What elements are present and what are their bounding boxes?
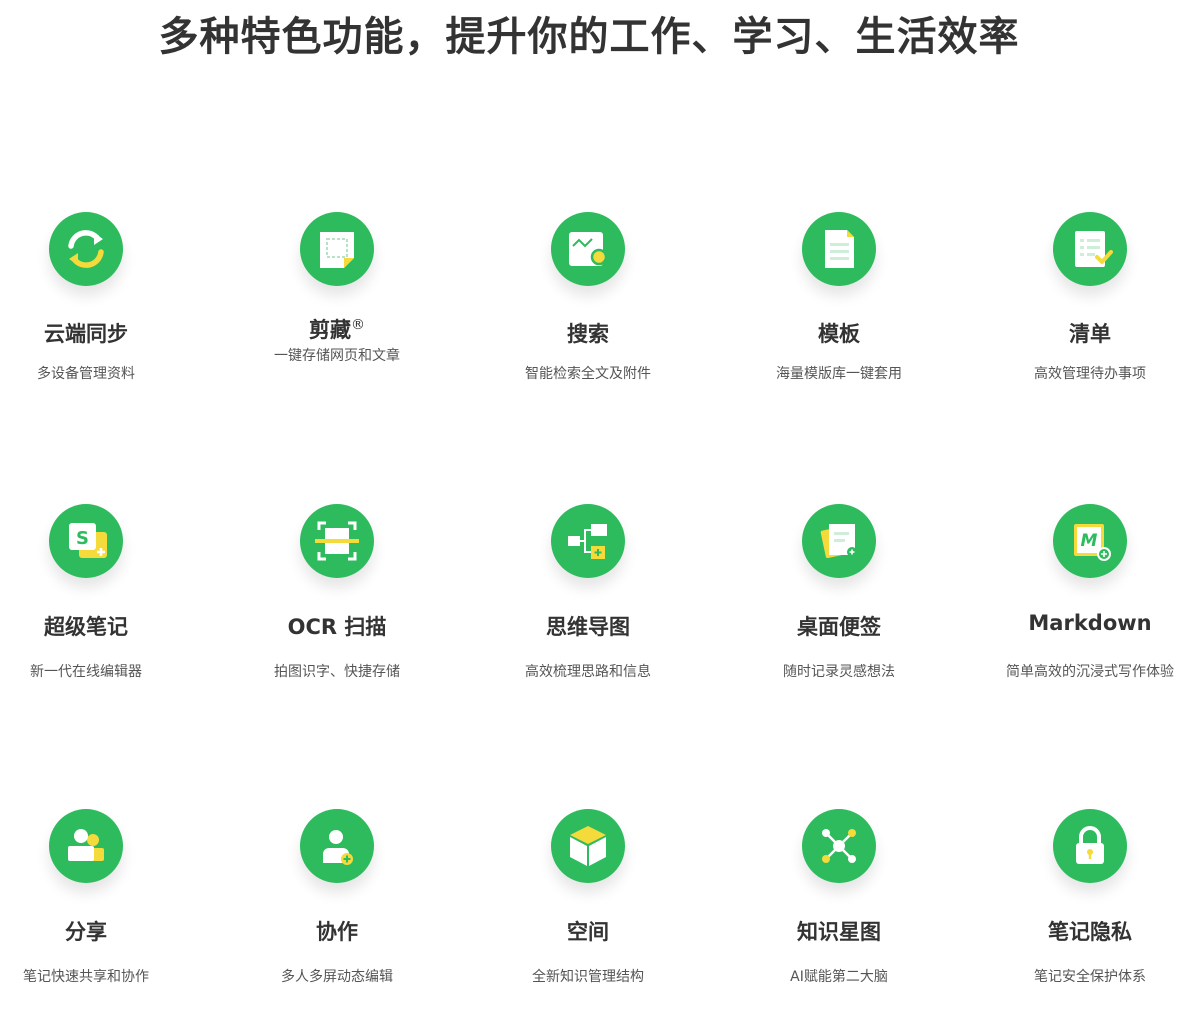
- feature-desc: 全新知识管理结构: [532, 969, 644, 985]
- mindmap-icon: [551, 504, 625, 578]
- collaborate-icon: [300, 809, 374, 883]
- feature-desc: 高效管理待办事项: [1034, 366, 1146, 382]
- feature-title: 空间: [567, 920, 609, 944]
- scan-icon: [300, 504, 374, 578]
- svg-text:S: S: [76, 528, 89, 549]
- feature-title: 协作: [316, 920, 358, 944]
- feature-title: 思维导图: [546, 615, 630, 639]
- super-note-icon: S: [49, 504, 123, 578]
- feature-desc: 笔记快速共享和协作: [23, 969, 149, 985]
- feature-title: 笔记隐私: [1048, 920, 1132, 944]
- sync-icon: [49, 212, 123, 286]
- feature-grid: 云端同步 多设备管理资料 剪藏® 一键存储网页和文章 搜索 智能检索全文及附件: [0, 0, 1200, 1019]
- registered-mark: ®: [351, 317, 365, 333]
- feature-title: 模板: [818, 322, 860, 346]
- feature-title: 桌面便签: [797, 615, 881, 639]
- clip-icon: [300, 212, 374, 286]
- feature-desc: AI赋能第二大脑: [790, 969, 888, 985]
- feature-title: 清单: [1069, 322, 1111, 346]
- feature-title: 分享: [65, 920, 107, 944]
- search-icon: [551, 212, 625, 286]
- feature-desc: 多人多屏动态编辑: [281, 969, 393, 985]
- space-cube-icon: [551, 809, 625, 883]
- feature-desc: 高效梳理思路和信息: [525, 664, 651, 680]
- sticky-note-icon: [802, 504, 876, 578]
- feature-title: 剪藏®: [217, 314, 457, 344]
- knowledge-graph-icon: [802, 809, 876, 883]
- feature-title: 云端同步: [44, 322, 128, 346]
- feature-title-text: 剪藏: [309, 318, 351, 342]
- feature-desc: 拍图识字、快捷存储: [274, 664, 400, 680]
- svg-text:M: M: [1081, 531, 1098, 551]
- feature-title: Markdown: [1028, 611, 1152, 635]
- feature-desc: 多设备管理资料: [37, 366, 135, 382]
- share-icon: [49, 809, 123, 883]
- checklist-icon: [1053, 212, 1127, 286]
- template-icon: [802, 212, 876, 286]
- feature-title: OCR 扫描: [287, 615, 387, 639]
- feature-desc: 智能检索全文及附件: [525, 366, 651, 382]
- feature-desc: 新一代在线编辑器: [30, 664, 142, 680]
- feature-desc: 简单高效的沉浸式写作体验: [1006, 664, 1174, 680]
- feature-desc: 一键存储网页和文章: [274, 348, 400, 364]
- lock-icon: [1053, 809, 1127, 883]
- feature-desc: 随时记录灵感想法: [783, 664, 895, 680]
- feature-desc: 笔记安全保护体系: [1034, 969, 1146, 985]
- feature-title: 超级笔记: [44, 615, 128, 639]
- feature-title: 搜索: [567, 322, 609, 346]
- feature-title: 知识星图: [797, 920, 881, 944]
- markdown-icon: M: [1053, 504, 1127, 578]
- feature-desc: 海量模版库一键套用: [776, 366, 902, 382]
